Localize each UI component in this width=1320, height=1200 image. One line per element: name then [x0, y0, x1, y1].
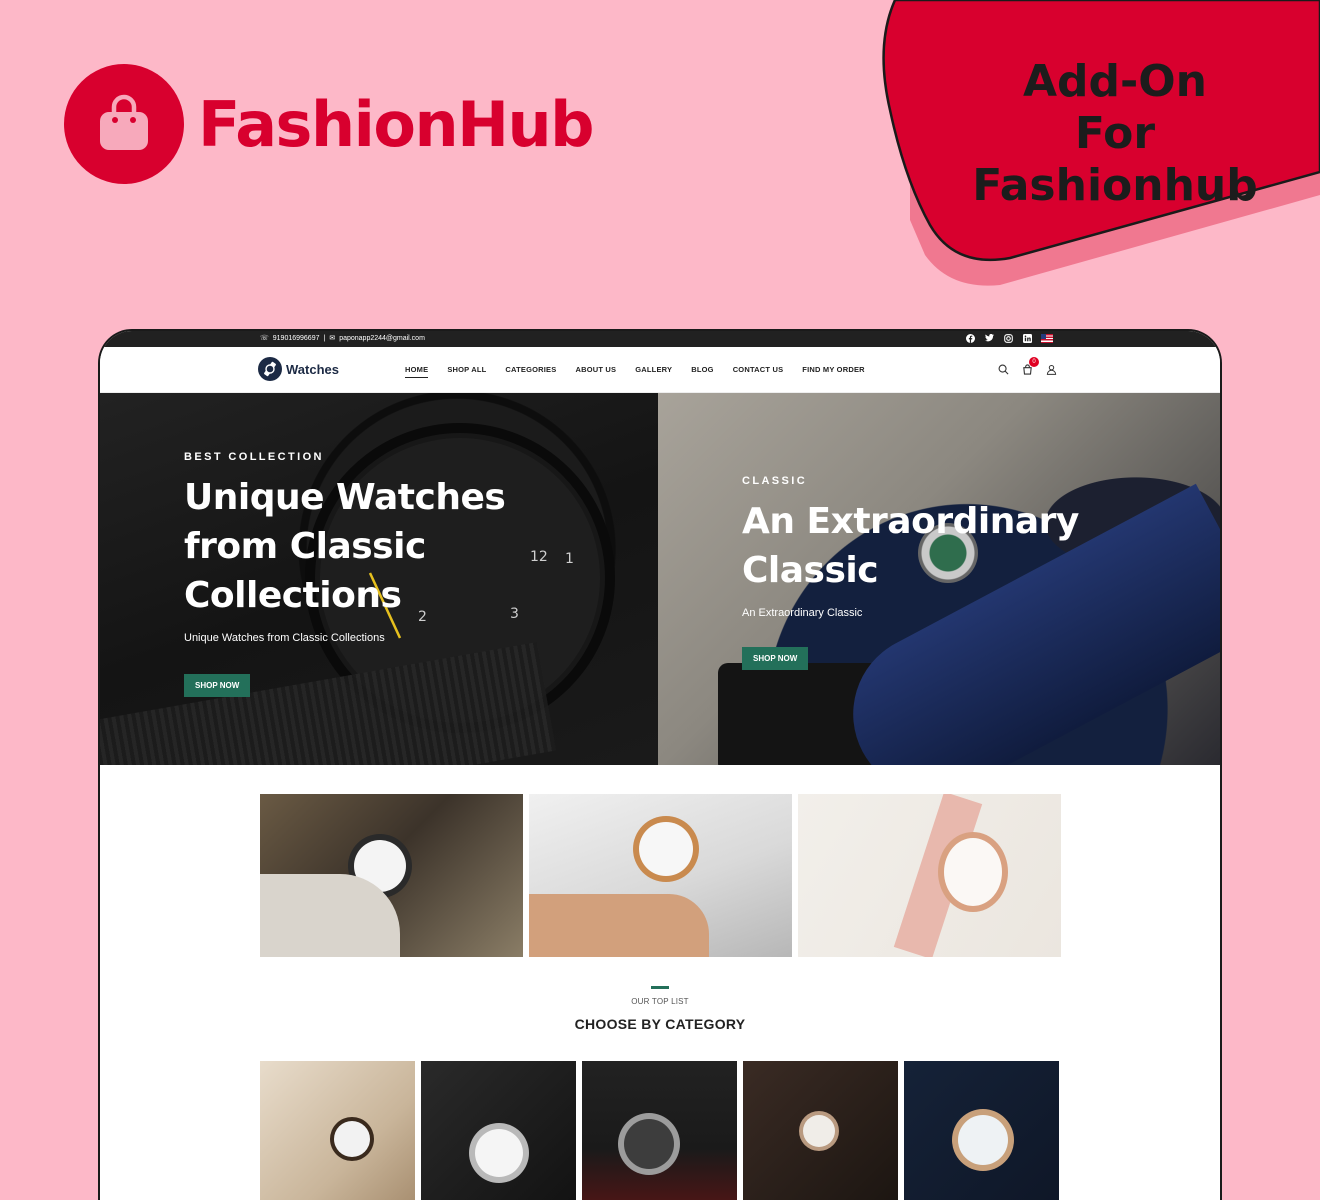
- promo-banners: [260, 794, 1061, 957]
- top-bar: ☏ 919016996697 | ✉ paponapp2244@gmail.co…: [100, 331, 1220, 347]
- separator: |: [323, 334, 326, 342]
- hero-left-title-line-2: from Classic: [184, 526, 426, 567]
- category-section-heading: OUR TOP LIST CHOOSE BY CATEGORY: [100, 986, 1220, 1032]
- hero-slide-left: 3 2 1 12 BEST COLLECTION Unique Watches …: [100, 393, 658, 765]
- phone-icon: ☏: [260, 335, 269, 342]
- nav-item-gallery[interactable]: GALLERY: [635, 365, 672, 378]
- search-icon[interactable]: [997, 363, 1009, 375]
- hero-right-kicker: CLASSIC: [742, 475, 808, 487]
- email-address[interactable]: paponapp2244@gmail.com: [339, 335, 425, 342]
- section-accent-bar: [651, 986, 669, 989]
- hero-slide-right: CLASSIC An Extraordinary Classic An Extr…: [658, 393, 1220, 765]
- cart-icon[interactable]: 0: [1021, 357, 1039, 375]
- hero-left-shop-now-button[interactable]: SHOP NOW: [184, 674, 251, 697]
- nav-item-categories[interactable]: CATEGORIES: [505, 365, 556, 378]
- twitter-icon[interactable]: [984, 333, 994, 343]
- nav-menu: HOME SHOP ALL CATEGORIES ABOUT US GALLER…: [405, 365, 865, 378]
- hero-right-title-line-2: Classic: [742, 550, 879, 591]
- nav-item-blog[interactable]: BLOG: [691, 365, 713, 378]
- hero-right-title: An Extraordinary Classic: [742, 497, 1079, 595]
- addon-badge: Add-On For Fashionhub: [930, 56, 1300, 212]
- hero-right-title-line-1: An Extraordinary: [742, 501, 1079, 542]
- svg-text:3: 3: [510, 606, 519, 622]
- category-card[interactable]: [904, 1061, 1059, 1200]
- social-links: [965, 333, 1053, 343]
- promo-banner-2[interactable]: [529, 794, 792, 957]
- category-card[interactable]: [582, 1061, 737, 1200]
- hero-left-title-line-3: Collections: [184, 575, 402, 616]
- category-card[interactable]: [421, 1061, 576, 1200]
- mail-icon: ✉: [329, 335, 336, 342]
- section-title: CHOOSE BY CATEGORY: [574, 1016, 746, 1032]
- hero-left-content: BEST COLLECTION Unique Watches from Clas…: [184, 451, 506, 697]
- watch-logo-icon: [258, 357, 282, 381]
- contact-info: ☏ 919016996697 | ✉ paponapp2244@gmail.co…: [260, 334, 425, 343]
- instagram-icon[interactable]: [1003, 333, 1013, 343]
- promo-banner-3[interactable]: [798, 794, 1061, 957]
- hero-left-title-line-1: Unique Watches: [184, 477, 506, 518]
- hero-left-subtitle: Unique Watches from Classic Collections: [184, 632, 385, 644]
- site-logo-text: Watches: [286, 361, 339, 377]
- main-navigation: Watches HOME SHOP ALL CATEGORIES ABOUT U…: [100, 347, 1220, 393]
- badge-line-2: For Fashionhub: [972, 108, 1258, 211]
- svg-text:1: 1: [565, 551, 574, 567]
- hero-right-content: CLASSIC An Extraordinary Classic An Extr…: [742, 475, 1079, 670]
- hero-right-subtitle: An Extraordinary Classic: [742, 607, 863, 619]
- linkedin-icon[interactable]: [1022, 333, 1032, 343]
- phone-number[interactable]: 919016996697: [273, 335, 320, 342]
- hero-left-kicker: BEST COLLECTION: [184, 451, 324, 463]
- category-grid: [260, 1061, 1059, 1200]
- nav-item-about-us[interactable]: ABOUT US: [575, 365, 616, 378]
- user-icon[interactable]: [1045, 363, 1057, 375]
- us-flag-icon[interactable]: [1041, 333, 1053, 343]
- nav-item-home[interactable]: HOME: [405, 365, 429, 378]
- nav-item-contact-us[interactable]: CONTACT US: [733, 365, 784, 378]
- hero-right-shop-now-button[interactable]: SHOP NOW: [742, 647, 809, 670]
- category-card[interactable]: [743, 1061, 898, 1200]
- website-preview-frame: ☏ 919016996697 | ✉ paponapp2244@gmail.co…: [98, 329, 1222, 1200]
- nav-item-find-my-order[interactable]: FIND MY ORDER: [802, 365, 864, 378]
- hero-left-title: Unique Watches from Classic Collections: [184, 473, 506, 620]
- badge-line-1: Add-On: [1022, 56, 1208, 107]
- hero-slider: 3 2 1 12 BEST COLLECTION Unique Watches …: [100, 393, 1220, 765]
- facebook-icon[interactable]: [965, 333, 975, 343]
- category-card[interactable]: [260, 1061, 415, 1200]
- svg-text:12: 12: [530, 549, 548, 565]
- site-logo[interactable]: Watches: [258, 357, 339, 381]
- section-kicker: OUR TOP LIST: [631, 997, 689, 1006]
- nav-actions: 0: [997, 357, 1057, 375]
- nav-item-shop-all[interactable]: SHOP ALL: [447, 365, 486, 378]
- promo-banner-1[interactable]: [260, 794, 523, 957]
- cart-count-badge: 0: [1029, 357, 1039, 367]
